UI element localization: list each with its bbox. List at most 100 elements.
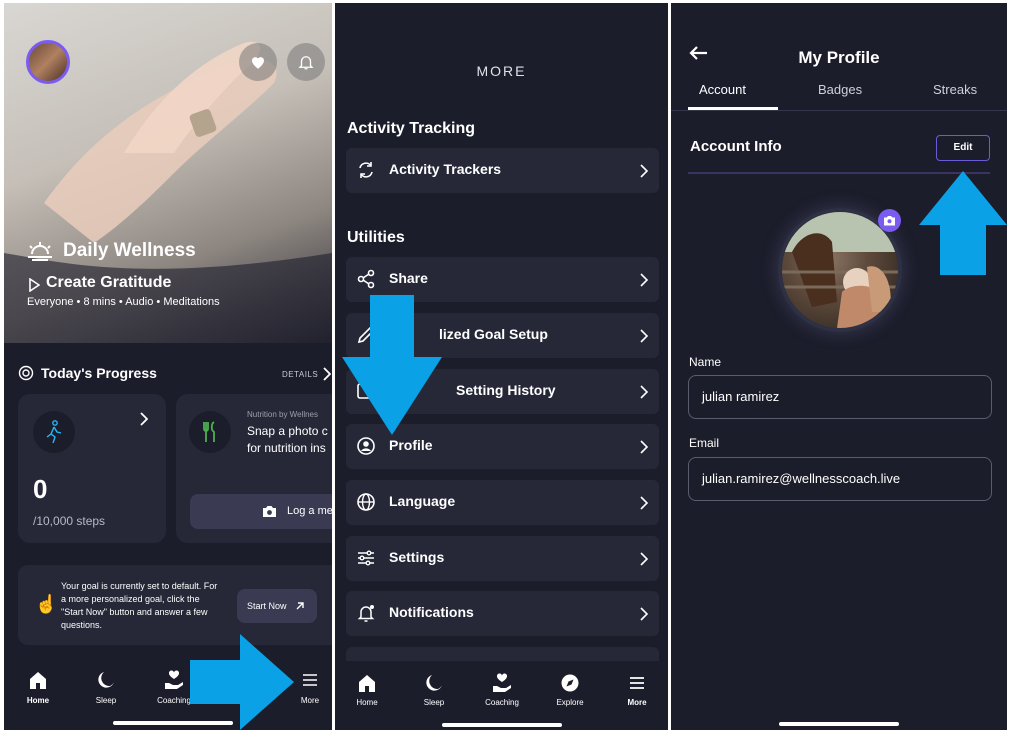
profile-screen: My Profile Account Badges Streaks Accoun…: [671, 3, 1007, 730]
sunrise-icon: [28, 242, 52, 261]
details-link[interactable]: DETAILS: [282, 370, 318, 379]
fork-knife-icon: [203, 421, 215, 442]
camera-icon: [263, 506, 276, 517]
fork-knife-badge: [189, 411, 231, 453]
walk-icon-badge: [33, 411, 75, 453]
tab-badges[interactable]: Badges: [818, 82, 862, 97]
start-now-button[interactable]: Start Now: [237, 589, 317, 623]
menu-item-language[interactable]: Language: [346, 480, 659, 525]
camera-icon: [884, 216, 895, 226]
name-label: Name: [689, 355, 722, 369]
hand-heart-icon[interactable]: [164, 670, 184, 690]
pointing-hand-icon: ☝: [35, 594, 58, 614]
goal-text-1: Your goal is currently set to default. F…: [61, 581, 218, 591]
nav-sleep[interactable]: Sleep: [424, 698, 444, 707]
play-icon: [29, 278, 40, 292]
steps-card[interactable]: 0 /10,000 steps: [18, 394, 166, 543]
goal-text-3: "Start Now" button and answer a few: [61, 607, 208, 617]
name-field[interactable]: julian ramirez: [688, 375, 992, 419]
edit-button[interactable]: Edit: [936, 135, 990, 161]
tab-divider: [671, 110, 1007, 111]
edit-label: Edit: [953, 142, 973, 153]
menu-icon[interactable]: [627, 673, 647, 693]
nav-explore[interactable]: Explore: [556, 698, 583, 707]
name-value: julian ramirez: [702, 389, 780, 404]
profile-photo-illustration: [782, 212, 898, 328]
home-screen: Daily Wellness Create Gratitude Everyone…: [4, 3, 332, 730]
menu-icon[interactable]: [300, 670, 320, 690]
goal-text-4: questions.: [61, 620, 103, 630]
menu-item-label: Setting History: [456, 382, 556, 398]
log-meal-label: Log a me: [287, 505, 332, 517]
nav-home[interactable]: Home: [356, 698, 377, 707]
nav-more[interactable]: More: [301, 696, 319, 705]
favorite-button[interactable]: [239, 43, 277, 81]
target-icon: [18, 365, 34, 381]
hand-heart-icon[interactable]: [492, 673, 512, 693]
sliders-icon: [358, 550, 374, 566]
nav-sleep[interactable]: Sleep: [96, 696, 116, 705]
more-screen: MORE Activity Tracking Activity Trackers…: [335, 3, 668, 730]
menu-item-activity-trackers[interactable]: Activity Trackers: [346, 148, 659, 193]
steps-value: 0: [33, 474, 48, 504]
page-title: MORE: [476, 63, 527, 79]
steps-goal: /10,000 steps: [33, 514, 106, 528]
nutrition-line1: Snap a photo c: [247, 424, 328, 438]
annotation-arrow-right: [190, 634, 294, 730]
home-icon[interactable]: [28, 670, 48, 690]
compass-icon[interactable]: [560, 673, 580, 693]
chevron-right-icon: [640, 496, 649, 510]
menu-item-label: Profile: [389, 437, 433, 453]
progress-title: Today's Progress: [41, 365, 157, 381]
goal-default-card: ☝ Your goal is currently set to default.…: [18, 565, 332, 645]
page-title: My Profile: [798, 48, 880, 67]
menu-item-notifications[interactable]: Notifications: [346, 591, 659, 636]
notifications-button[interactable]: [287, 43, 325, 81]
chevron-right-icon: [640, 329, 649, 343]
start-now-label: Start Now: [247, 601, 287, 611]
nutrition-header: Nutrition by Wellnes: [247, 410, 318, 419]
change-photo-button[interactable]: [878, 209, 901, 232]
moon-icon[interactable]: [424, 673, 444, 693]
home-icon[interactable]: [357, 673, 377, 693]
menu-item-label: Settings: [389, 549, 445, 565]
email-value: julian.ramirez@wellnesscoach.live: [702, 471, 901, 486]
chevron-right-icon: [140, 412, 148, 426]
chevron-right-icon: [640, 385, 649, 399]
menu-item-label: lized Goal Setup: [439, 326, 548, 342]
tab-streaks[interactable]: Streaks: [933, 82, 977, 97]
share-icon: [357, 269, 375, 289]
email-field[interactable]: julian.ramirez@wellnesscoach.live: [688, 457, 992, 501]
menu-item-settings[interactable]: Settings: [346, 536, 659, 581]
nutrition-line2: for nutrition ins: [247, 441, 326, 455]
bell-icon: [298, 56, 314, 70]
avatar[interactable]: [26, 40, 70, 84]
chevron-right-icon: [640, 607, 649, 621]
home-indicator: [779, 722, 899, 726]
section-utilities: Utilities: [347, 229, 405, 246]
goal-text-2: a more personalized goal, click the: [61, 594, 200, 604]
nutrition-card[interactable]: Nutrition by Wellnes Snap a photo c for …: [176, 394, 332, 543]
menu-item-label: Language: [389, 493, 456, 509]
globe-icon: [357, 493, 375, 511]
walking-icon: [46, 420, 62, 444]
section-activity-tracking: Activity Tracking: [347, 120, 476, 137]
chevron-right-icon: [640, 440, 649, 454]
nav-more[interactable]: More: [627, 698, 646, 707]
chevron-right-icon: [640, 552, 649, 566]
heart-icon: [252, 57, 264, 69]
nav-coaching[interactable]: Coaching: [157, 696, 191, 705]
hero-subtitle[interactable]: Create Gratitude: [46, 274, 171, 292]
home-indicator: [442, 723, 562, 727]
bottom-nav: Home Sleep Coaching Explore More: [335, 661, 668, 730]
chevron-right-icon: [640, 273, 649, 287]
log-meal-button[interactable]: Log a me: [190, 494, 332, 529]
tab-account[interactable]: Account: [699, 82, 746, 97]
nav-coaching[interactable]: Coaching: [485, 698, 519, 707]
moon-icon[interactable]: [96, 670, 116, 690]
annotation-arrow-down: [342, 295, 442, 435]
nav-home[interactable]: Home: [27, 696, 49, 705]
menu-item-label: Share: [389, 270, 428, 286]
chevron-right-icon[interactable]: [323, 367, 331, 381]
bell-icon: [357, 605, 375, 622]
